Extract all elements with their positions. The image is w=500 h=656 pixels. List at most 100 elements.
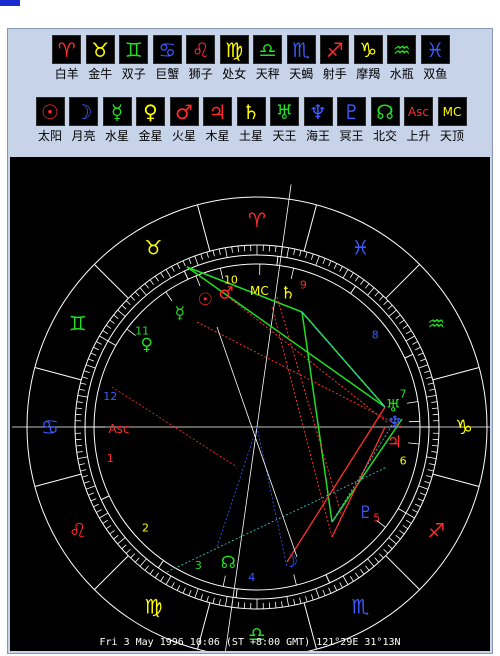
planet-legend-item: ♇ 冥王	[335, 97, 369, 144]
planet-glyph-icon: ☊	[221, 553, 236, 573]
degree-tick	[144, 565, 149, 571]
degree-tick	[431, 451, 438, 453]
degree-tick	[360, 279, 365, 285]
degree-tick	[426, 395, 437, 398]
degree-tick	[76, 451, 83, 453]
degree-tick	[160, 576, 165, 582]
degree-tick	[78, 463, 85, 466]
zodiac-sign-label: 天秤	[255, 67, 280, 81]
degree-tick	[322, 590, 326, 596]
degree-tick	[406, 330, 412, 335]
degree-tick	[105, 525, 112, 530]
degree-tick	[399, 319, 405, 324]
sign-boundary-line	[385, 264, 420, 299]
degree-tick	[431, 444, 439, 447]
degree-tick	[83, 481, 90, 484]
house-number: 9	[300, 278, 307, 291]
degree-tick	[339, 266, 343, 272]
degree-tick	[429, 463, 436, 466]
zodiac-sign-glyph-icon: ♏	[286, 35, 316, 64]
zodiac-sign-icon: ♐	[427, 519, 445, 543]
zodiac-sign-label: 摩羯	[356, 67, 381, 81]
sign-boundary-line	[303, 204, 318, 252]
degree-tick	[315, 255, 320, 266]
zodiac-sign-icon: ♉	[145, 236, 163, 260]
planet-label: 木星	[205, 129, 230, 143]
degree-tick	[374, 291, 380, 297]
planet-pointer-line	[165, 291, 173, 302]
degree-tick	[117, 309, 126, 317]
degree-tick	[417, 498, 424, 502]
planet-glyph-icon: ♃	[387, 432, 402, 452]
zodiac-sign-glyph-icon: ♑	[353, 35, 383, 64]
zodiac-sign-label: 白羊	[54, 67, 79, 81]
house-cusp-tick	[404, 353, 414, 359]
degree-tick	[218, 599, 221, 606]
degree-tick	[76, 401, 83, 403]
planet-pointer-line	[407, 401, 419, 404]
degree-tick	[431, 407, 439, 410]
zodiac-sign-label: 双子	[121, 67, 146, 81]
degree-tick	[412, 341, 418, 345]
planet-legend-item: ♆ 海王	[301, 97, 335, 144]
zodiac-sign-glyph-icon: ♉	[85, 35, 115, 64]
planet-pointer-line	[195, 275, 201, 287]
house-cusp-tick	[183, 270, 189, 280]
degree-tick	[281, 601, 283, 608]
sign-boundary-line	[432, 473, 480, 488]
degree-tick	[322, 258, 326, 264]
degree-tick	[328, 587, 332, 594]
degree-tick	[383, 300, 389, 306]
degree-tick	[206, 596, 209, 603]
degree-tick	[78, 388, 85, 391]
degree-tick	[367, 558, 375, 567]
degree-tick	[412, 509, 418, 513]
house-cusp-tick	[397, 508, 407, 514]
zodiac-sign-legend-item: ♌ 狮子	[184, 35, 218, 82]
zodiac-sign-legend-item: ♎ 天秤	[251, 35, 285, 82]
degree-tick	[427, 382, 434, 385]
zodiac-sign-glyph-icon: ♒	[387, 35, 417, 64]
degree-tick	[121, 304, 127, 310]
degree-tick	[426, 475, 433, 478]
planet-glyph-icon: MC	[250, 284, 269, 298]
zodiac-sign-legend-item: ♒ 水瓶	[385, 35, 419, 82]
degree-tick	[395, 535, 401, 540]
degree-tick	[418, 485, 429, 490]
degree-tick	[406, 519, 412, 524]
natal-chart-svg: ♈♉♊♋♌♍♎♏♐♑♒♓123456789101112☉ ♂ MC ♄☿♀♅♆♃♇☽☊…	[12, 184, 490, 651]
degree-tick	[305, 251, 308, 258]
degree-tick	[339, 582, 343, 588]
degree-tick	[299, 597, 302, 604]
zodiac-sign-legend-item: ♑ 摩羯	[352, 35, 386, 82]
house-number: 12	[103, 390, 117, 403]
degree-tick	[274, 601, 277, 609]
zodiac-sign-icon: ♊	[69, 312, 87, 336]
degree-tick	[424, 370, 431, 373]
degree-tick	[420, 358, 426, 362]
degree-tick	[81, 475, 88, 478]
degree-tick	[218, 248, 221, 255]
zodiac-sign-label: 射手	[322, 67, 347, 81]
zodiac-sign-icon: ♋	[41, 415, 59, 439]
top-link-mark[interactable]	[0, 0, 20, 6]
planet-legend-item: ♃ 木星	[201, 97, 235, 144]
degree-tick	[188, 258, 192, 264]
planet-glyph-icon: ♄	[280, 284, 295, 304]
degree-tick	[109, 530, 115, 535]
aspect-line	[276, 296, 343, 518]
house-cusp-tick	[276, 256, 279, 266]
degree-tick	[85, 485, 96, 490]
degree-tick	[274, 245, 277, 253]
planet-glyph-icon: ♂	[169, 97, 199, 126]
degree-tick	[305, 596, 308, 603]
degree-tick	[212, 250, 215, 257]
degree-tick	[333, 263, 338, 269]
planet-glyph-icon: ♅	[270, 97, 299, 126]
planet-label: 太阳	[37, 129, 62, 143]
zodiac-sign-icon: ♍	[145, 594, 163, 618]
degree-tick	[315, 588, 320, 599]
aspect-line	[301, 311, 333, 523]
degree-tick	[402, 525, 409, 530]
zodiac-sign-glyph-icon: ♋	[152, 35, 182, 64]
